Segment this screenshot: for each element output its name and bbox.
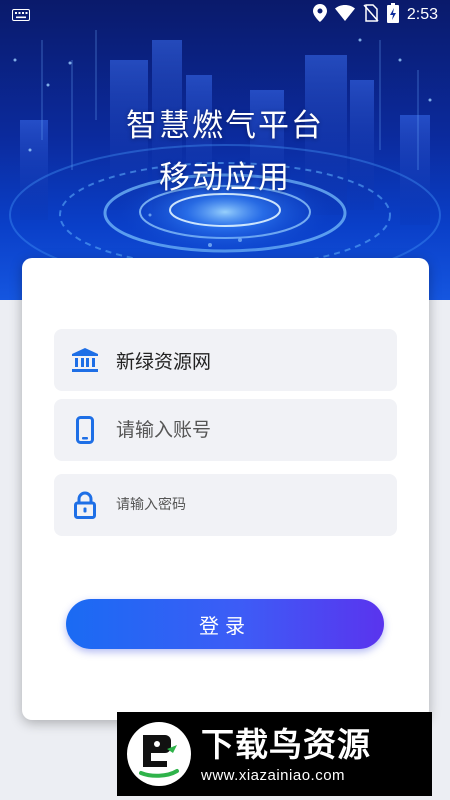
organization-field[interactable]: 新绿资源网: [54, 329, 397, 391]
keyboard-icon: [12, 6, 30, 25]
bird-logo-icon: [127, 722, 191, 786]
no-sim-icon: [363, 4, 379, 26]
watermark-brand: 下载鸟资源: [201, 724, 371, 764]
phone-icon: [54, 416, 116, 444]
password-field[interactable]: [54, 474, 397, 536]
login-button[interactable]: 登录: [66, 599, 384, 649]
watermark-url: www.xiazainiao.com: [201, 766, 346, 784]
password-input[interactable]: [116, 497, 376, 513]
status-bar: 2:53: [0, 0, 450, 30]
bank-icon: [54, 348, 116, 372]
location-icon: [312, 4, 327, 26]
organization-value: 新绿资源网: [116, 350, 212, 373]
battery-charging-icon: [386, 3, 399, 27]
account-input[interactable]: [116, 419, 376, 441]
login-card: 新绿资源网 登录: [22, 258, 429, 720]
header-banner: 2:53 智慧燃气平台 移动应用: [0, 0, 450, 300]
city-tech-background: [9, 30, 441, 286]
wifi-icon: [334, 5, 355, 25]
app-title-line1: 智慧燃气平台: [126, 108, 324, 144]
app-title-line2: 移动应用: [159, 160, 291, 196]
account-field[interactable]: [54, 399, 397, 461]
lock-icon: [54, 491, 116, 519]
watermark-banner: 下载鸟资源 www.xiazainiao.com: [117, 712, 432, 796]
status-time: 2:53: [406, 6, 438, 23]
